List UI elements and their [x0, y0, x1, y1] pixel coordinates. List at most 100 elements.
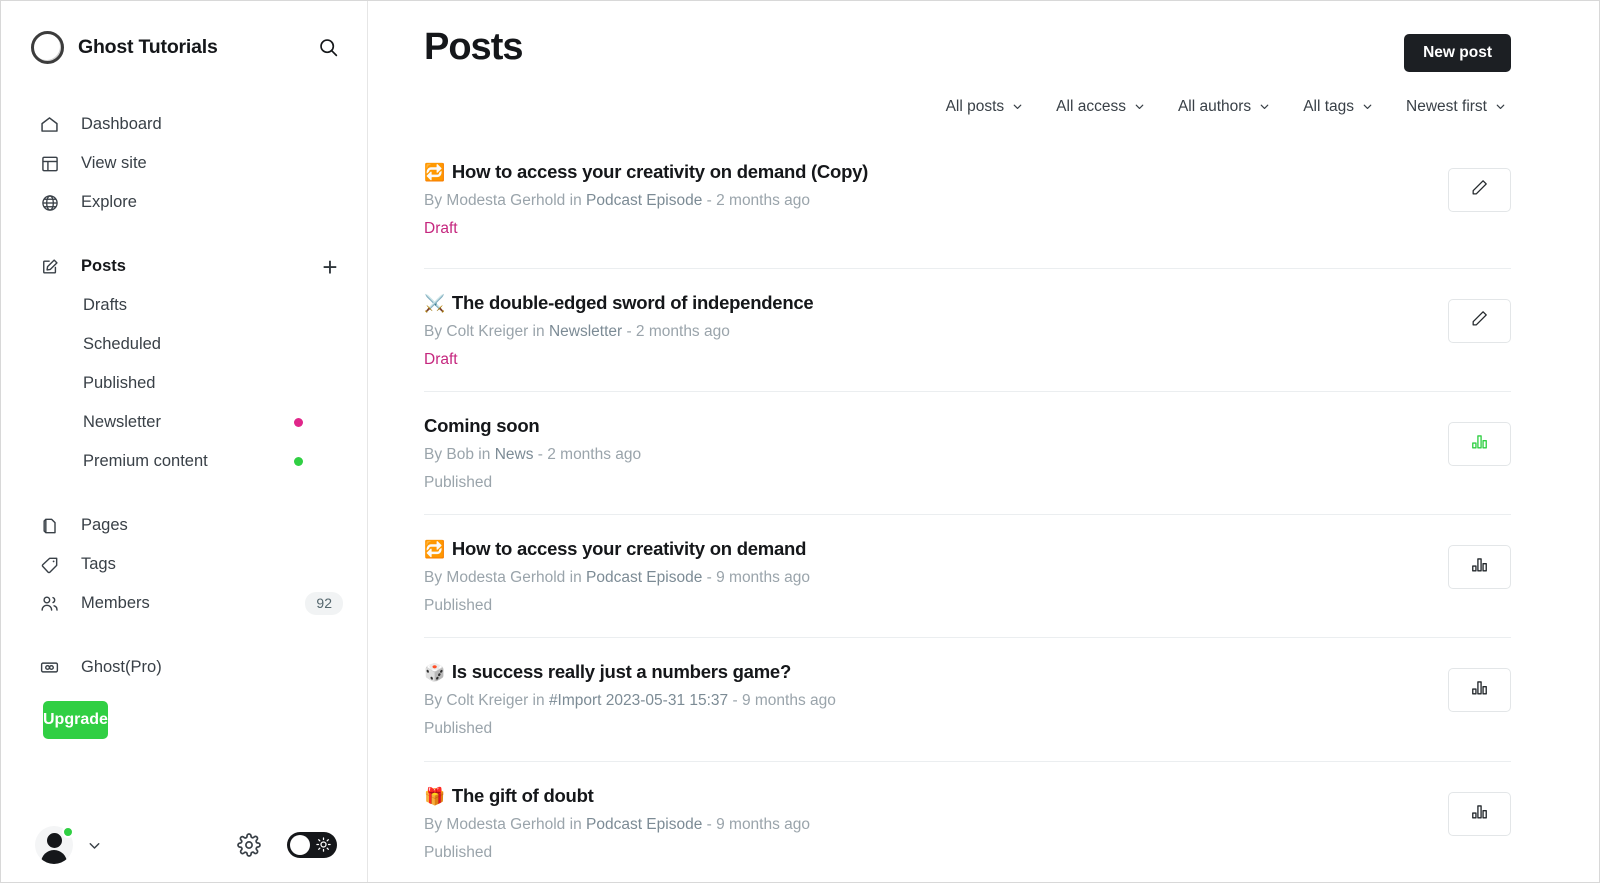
filter-all-access[interactable]: All access: [1056, 98, 1146, 116]
post-edit-button[interactable]: [1448, 167, 1511, 212]
premium-status-dot: [294, 457, 303, 466]
post-row[interactable]: 🔁 How to access your creativity on demand…: [424, 154, 1511, 268]
post-analytics-button[interactable]: [1448, 421, 1511, 466]
chevron-down-icon[interactable]: [79, 830, 109, 860]
sidebar-item-drafts[interactable]: Drafts: [1, 286, 343, 325]
post-row[interactable]: 🔁 How to access your creativity on demand…: [424, 514, 1511, 637]
sun-icon: [316, 837, 331, 857]
gift-emoji: 🎁: [424, 786, 445, 806]
sidebar-item-posts[interactable]: Posts +: [1, 247, 343, 286]
plus-icon[interactable]: +: [317, 254, 343, 280]
post-tag[interactable]: Podcast Episode: [586, 816, 702, 833]
post-time: - 2 months ago: [622, 322, 730, 340]
posts-nav-group: Posts + Drafts Scheduled Published Newsl…: [1, 247, 367, 481]
post-title-text: The double-edged sword of independence: [451, 291, 814, 313]
post-in-label: in: [565, 815, 586, 833]
post-status-published: Published: [424, 474, 493, 492]
pencil-icon: [1470, 309, 1489, 333]
edit-square-icon: [39, 256, 60, 277]
post-status-published: Published: [424, 720, 493, 738]
post-in-label: in: [528, 322, 549, 340]
post-details: 🎲 Is success really just a numbers game? …: [424, 660, 1448, 739]
bar-chart-icon: [1470, 802, 1489, 826]
search-icon[interactable]: [313, 32, 343, 62]
post-tag[interactable]: Podcast Episode: [586, 569, 702, 586]
filter-all-authors[interactable]: All authors: [1178, 98, 1271, 116]
members-icon: [39, 593, 60, 614]
post-title[interactable]: 🎲 Is success really just a numbers game?: [424, 660, 1448, 683]
sidebar-item-ghost-pro[interactable]: Ghost(Pro): [1, 648, 343, 687]
post-analytics-button[interactable]: [1448, 668, 1511, 713]
sidebar-item-pages[interactable]: Pages: [1, 506, 343, 545]
chevron-down-icon: [1361, 100, 1374, 113]
sidebar-item-scheduled[interactable]: Scheduled: [1, 325, 343, 364]
post-in-label: in: [474, 446, 495, 464]
sidebar-nav: Dashboard View site Explore Posts + Draf…: [1, 93, 367, 808]
sidebar: Ghost Tutorials Dashboard View site Expl…: [1, 1, 368, 882]
sidebar-item-published[interactable]: Published: [1, 364, 343, 403]
sidebar-subitem-label: Published: [83, 374, 156, 392]
filter-all-posts[interactable]: All posts: [946, 98, 1025, 116]
sidebar-subitem-label: Premium content: [83, 452, 208, 470]
sidebar-item-label: Pages: [81, 516, 128, 534]
post-analytics-button[interactable]: [1448, 791, 1511, 836]
post-title[interactable]: 🔁 How to access your creativity on demand: [424, 537, 1448, 560]
post-title[interactable]: Coming soon: [424, 414, 1448, 437]
post-title[interactable]: 🔁 How to access your creativity on demand…: [424, 160, 1448, 183]
bar-chart-icon: [1470, 555, 1489, 579]
sidebar-item-members[interactable]: Members 92: [1, 584, 343, 623]
gear-icon[interactable]: [233, 829, 265, 861]
post-meta: By Colt Kreiger in Newsletter - 2 months…: [424, 322, 1448, 343]
sidebar-footer: [1, 808, 367, 882]
sidebar-item-premium-content[interactable]: Premium content: [1, 442, 343, 481]
newsletter-status-dot: [294, 418, 303, 427]
post-meta: By Bob in News - 2 months ago: [424, 445, 1448, 466]
page-header: Posts New post: [368, 1, 1599, 72]
sidebar-item-dashboard[interactable]: Dashboard: [1, 105, 343, 144]
post-title-text: How to access your creativity on demand …: [451, 160, 869, 182]
sidebar-item-view-site[interactable]: View site: [1, 144, 343, 183]
post-status-published: Published: [424, 843, 493, 861]
upgrade-button[interactable]: Upgrade: [43, 701, 108, 739]
sidebar-brand[interactable]: Ghost Tutorials: [1, 1, 367, 93]
post-edit-button[interactable]: [1448, 298, 1511, 343]
sidebar-item-tags[interactable]: Tags: [1, 545, 343, 584]
post-tag[interactable]: News: [495, 446, 534, 463]
globe-icon: [39, 192, 60, 213]
post-row[interactable]: 🎲 Is success really just a numbers game? …: [424, 637, 1511, 760]
sidebar-item-label: Explore: [81, 193, 137, 211]
avatar-body: [41, 850, 67, 864]
post-by-label: By: [424, 322, 447, 340]
sidebar-item-newsletter[interactable]: Newsletter: [1, 403, 343, 442]
filter-sort-order[interactable]: Newest first: [1406, 98, 1507, 116]
post-row[interactable]: 🎁 The gift of doubt By Modesta Gerhold in…: [424, 760, 1511, 882]
sidebar-item-label: Ghost(Pro): [81, 658, 162, 676]
chevron-down-icon: [1011, 100, 1024, 113]
post-row[interactable]: ⚔️ The double-edged sword of independence…: [424, 267, 1511, 391]
post-time: - 9 months ago: [702, 815, 811, 833]
repeat-emoji: 🔁: [424, 540, 445, 560]
post-tag[interactable]: Podcast Episode: [586, 192, 702, 209]
secondary-nav-group: Pages Tags Members 92: [1, 506, 367, 623]
post-analytics-button[interactable]: [1448, 545, 1511, 590]
post-by-label: By: [424, 569, 447, 587]
theme-toggle[interactable]: [287, 832, 337, 858]
post-by-label: By: [424, 692, 447, 710]
site-title: Ghost Tutorials: [78, 35, 218, 58]
post-details: 🔁 How to access your creativity on demand…: [424, 537, 1448, 616]
filter-all-tags[interactable]: All tags: [1303, 98, 1374, 116]
post-title[interactable]: ⚔️ The double-edged sword of independence: [424, 291, 1448, 314]
avatar-head: [46, 833, 62, 848]
post-row[interactable]: Coming soon By Bob in News - 2 months ag…: [424, 390, 1511, 514]
toggle-knob: [290, 835, 310, 855]
new-post-button[interactable]: New post: [1404, 34, 1511, 72]
post-tag[interactable]: Newsletter: [549, 323, 622, 340]
post-author: Bob: [446, 446, 474, 464]
post-status-draft: Draft: [424, 350, 458, 368]
ghost-pro-icon: [39, 657, 60, 678]
main-content: Posts New post All posts All access All …: [368, 1, 1599, 882]
avatar[interactable]: [35, 826, 74, 864]
post-tag[interactable]: #Import 2023-05-31 15:37: [549, 692, 728, 709]
post-title[interactable]: 🎁 The gift of doubt: [424, 784, 1448, 807]
sidebar-item-explore[interactable]: Explore: [1, 183, 343, 222]
